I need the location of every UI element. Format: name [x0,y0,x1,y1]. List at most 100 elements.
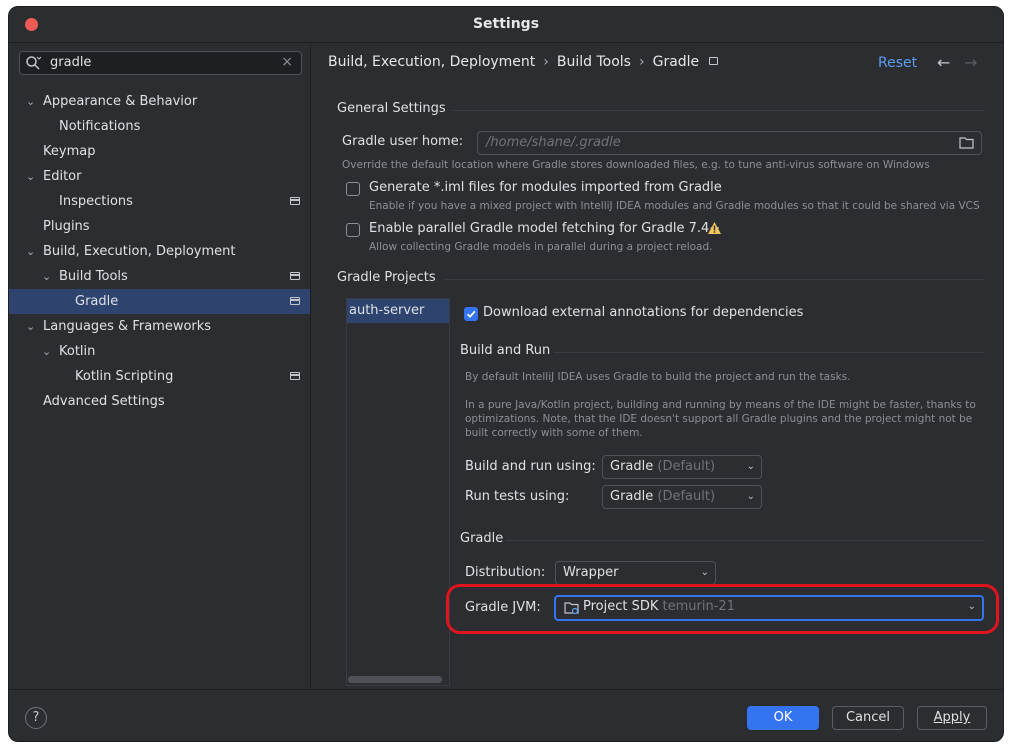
download-annotations-checkbox[interactable] [464,307,478,321]
reset-link[interactable]: Reset [878,55,917,71]
sidebar-item-plugins[interactable]: Plugins [9,214,310,239]
generate-iml-checkbox[interactable] [346,182,360,196]
sidebar-item-label: Kotlin [59,344,96,359]
sidebar-item-appearance-behavior[interactable]: ⌄ Appearance & Behavior [9,89,310,114]
dialog-footer: ? OK Cancel Apply [9,689,1003,741]
run-tests-using-label: Run tests using: [465,489,570,504]
project-level-icon [290,297,300,305]
general-settings-header: General Settings [337,101,446,116]
sidebar-item-label: Build, Execution, Deployment [43,244,236,259]
breadcrumb-item[interactable]: Build, Execution, Deployment [328,54,535,70]
sidebar-item-kotlin-scripting[interactable]: Kotlin Scripting [9,364,310,389]
breadcrumb-item[interactable]: Build Tools [557,54,631,70]
settings-window: Settings gradle × ⌄ Appearance & Behavio… [8,6,1004,742]
chevron-down-icon[interactable]: ⌄ [26,314,35,339]
gradle-user-home-field[interactable]: /home/shane/.gradle [477,131,982,155]
sidebar-item-notifications[interactable]: Notifications [9,114,310,139]
clear-search-icon[interactable]: × [281,54,293,70]
run-tests-using-select[interactable]: Gradle (Default) ⌄ [602,485,762,509]
project-item-auth-server[interactable]: auth-server [347,299,449,323]
build-run-hint: optimizations. Note, that the IDE doesn'… [465,413,973,425]
breadcrumb-separator: › [543,54,549,70]
chevron-down-icon[interactable]: ⌄ [42,339,51,364]
breadcrumb-separator: › [638,54,645,70]
cancel-button[interactable]: Cancel [832,706,904,730]
project-level-icon [290,272,300,280]
build-run-hint: In a pure Java/Kotlin project, building … [465,399,976,411]
sidebar-item-label: Editor [43,169,82,184]
chevron-down-icon[interactable]: ⌄ [42,264,51,289]
distribution-select[interactable]: Wrapper ⌄ [555,561,716,585]
build-run-hint: built correctly with some of them. [465,427,643,439]
build-run-using-select[interactable]: Gradle (Default) ⌄ [602,455,762,479]
project-level-icon [290,197,300,205]
sidebar-item-gradle[interactable]: Gradle [9,289,310,314]
generate-iml-hint: Enable if you have a mixed project with … [369,200,980,212]
gradle-projects-list[interactable]: auth-server [346,298,450,686]
gradle-user-home-label: Gradle user home: [342,134,464,149]
sidebar-item-advanced-settings[interactable]: Advanced Settings [9,389,310,414]
window-title: Settings [472,16,540,32]
sidebar-item-build-execution-deployment[interactable]: ⌄ Build, Execution, Deployment [9,239,310,264]
settings-content: Build, Execution, Deployment › Build Tools… [312,44,1003,689]
folder-icon[interactable] [959,136,974,149]
project-level-icon [290,372,300,380]
project-level-icon [709,57,719,65]
gradle-section-header: Gradle [460,531,504,546]
chevron-down-icon: ⌄ [746,461,755,472]
chevron-down-icon[interactable]: ⌄ [26,89,35,114]
settings-sidebar: gradle × ⌄ Appearance & Behavior Notific… [9,44,311,689]
forward-arrow-icon[interactable]: → [964,53,977,72]
sidebar-item-label: Build Tools [59,269,128,284]
section-divider [444,279,984,280]
chevron-down-icon[interactable]: ⌄ [26,239,35,264]
title-bar: Settings [9,7,1003,43]
generate-iml-label[interactable]: Generate *.iml files for modules importe… [369,180,722,195]
search-icon [26,56,41,70]
sidebar-item-inspections[interactable]: Inspections [9,189,310,214]
chevron-down-icon: ⌄ [746,491,755,502]
select-value: Gradle [610,459,654,474]
breadcrumb: Build, Execution, Deployment › Build Tools… [328,54,719,70]
sidebar-item-languages-frameworks[interactable]: ⌄ Languages & Frameworks [9,314,310,339]
highlight-annotation [446,584,999,634]
download-annotations-label[interactable]: Download external annotations for depend… [483,305,803,320]
ok-button[interactable]: OK [747,706,819,730]
parallel-fetching-checkbox[interactable] [346,223,360,237]
sidebar-item-label: Kotlin Scripting [75,369,174,384]
gradle-user-home-hint: Override the default location where Grad… [342,159,930,171]
horizontal-scrollbar[interactable] [348,676,442,683]
sidebar-item-keymap[interactable]: Keymap [9,139,310,164]
gradle-user-home-placeholder: /home/shane/.gradle [486,135,621,150]
sidebar-item-build-tools[interactable]: ⌄ Build Tools [9,264,310,289]
sidebar-item-label: Notifications [59,119,141,134]
build-run-using-label: Build and run using: [465,459,596,474]
sidebar-item-kotlin[interactable]: ⌄ Kotlin [9,339,310,364]
help-button[interactable]: ? [25,707,47,729]
section-divider [452,110,984,111]
parallel-fetching-label[interactable]: Enable parallel Gradle model fetching fo… [369,221,720,236]
section-divider [506,540,984,541]
sidebar-item-label: Keymap [43,144,96,159]
select-value-suffix: (Default) [657,459,716,474]
parallel-fetching-hint: Allow collecting Gradle models in parall… [369,241,713,253]
back-arrow-icon[interactable]: ← [937,53,950,72]
select-value: Wrapper [563,565,619,580]
build-and-run-header: Build and Run [460,343,551,358]
select-value: Gradle [610,489,654,504]
sidebar-item-editor[interactable]: ⌄ Editor [9,164,310,189]
warning-icon [708,222,721,234]
chevron-down-icon: ⌄ [700,567,709,578]
sidebar-item-label: Plugins [43,219,90,234]
sidebar-item-label: Gradle [75,294,119,309]
distribution-label: Distribution: [465,565,546,580]
search-value: gradle [50,55,92,70]
apply-button[interactable]: Apply [917,706,987,730]
select-value-suffix: (Default) [657,489,716,504]
search-input[interactable]: gradle × [19,51,302,75]
checkmark-icon [466,310,476,319]
chevron-down-icon[interactable]: ⌄ [26,164,35,189]
build-run-hint: By default IntelliJ IDEA uses Gradle to … [465,371,851,383]
breadcrumb-item: Gradle [652,54,700,70]
sidebar-item-label: Advanced Settings [43,394,165,409]
